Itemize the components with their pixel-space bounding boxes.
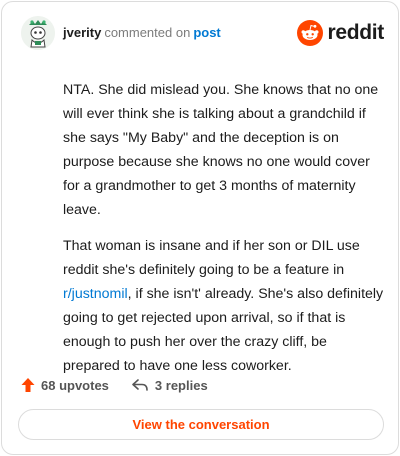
comment-actions: 68 upvotes 3 replies (21, 373, 230, 397)
comment-meta: jverity commented on post (63, 25, 221, 41)
upvote-count: 68 upvotes (41, 377, 109, 393)
comment-header: jverity commented on post reddit (21, 16, 384, 56)
comment-body: NTA. She did mislead you. She knows that… (63, 78, 385, 390)
replies-button[interactable]: 3 replies (131, 378, 208, 393)
comment-paragraph-1: NTA. She did mislead you. She knows that… (63, 82, 379, 218)
avatar-snoo-icon (21, 16, 55, 50)
reply-count: 3 replies (154, 377, 208, 393)
brand-wordmark: reddit (327, 21, 384, 44)
reply-arrow-icon (132, 379, 148, 391)
comment-paragraph-2: That woman is insane and if her son or D… (63, 234, 385, 378)
reddit-logo-icon (297, 20, 324, 46)
upvote-button[interactable]: 68 upvotes (21, 377, 109, 393)
avatar[interactable] (21, 16, 55, 50)
view-conversation-button[interactable]: View the conversation (18, 409, 384, 440)
reddit-brand[interactable]: reddit (297, 20, 384, 46)
commented-on-label: commented on (104, 25, 191, 40)
embed-card: jverity commented on post reddit NTA. She … (1, 1, 399, 455)
upvote-arrow-icon (21, 378, 35, 392)
comment-text: That woman is insane and if her son or D… (63, 238, 360, 278)
username-link[interactable]: jverity (63, 25, 101, 40)
post-link[interactable]: post (193, 25, 220, 40)
subreddit-link[interactable]: r/justnomil (63, 286, 128, 302)
